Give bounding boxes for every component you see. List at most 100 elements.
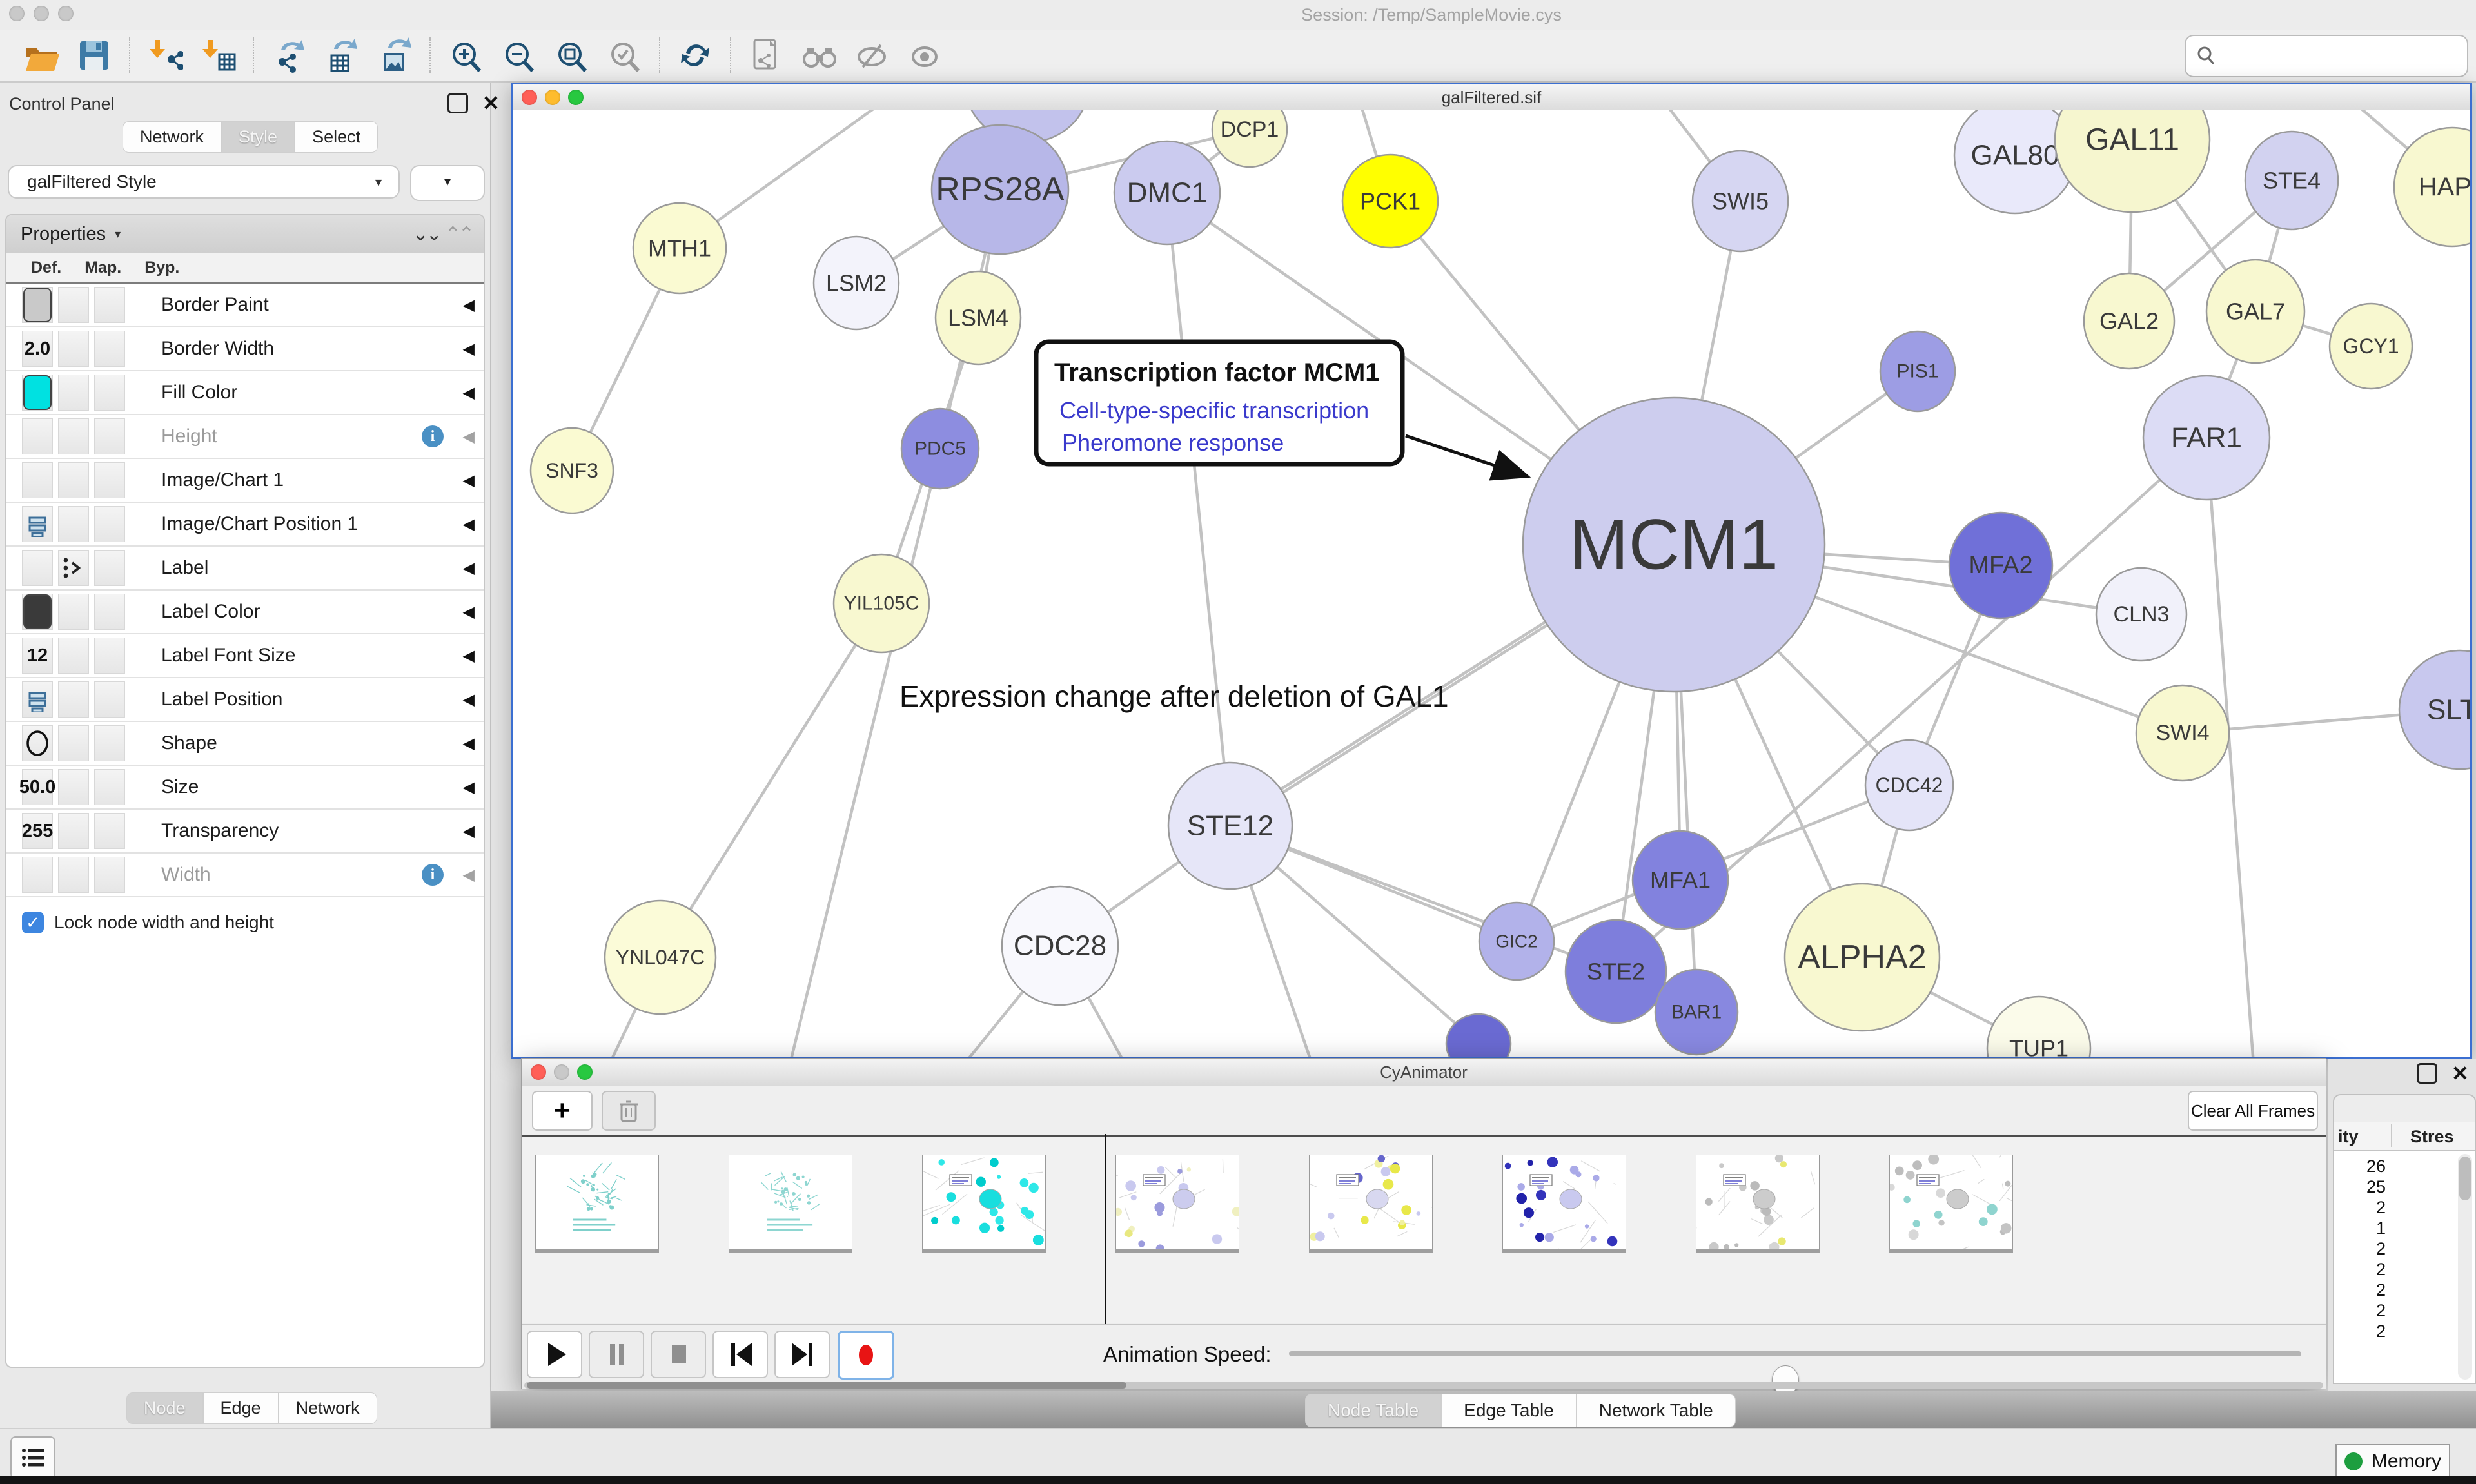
table-row[interactable]: 1 <box>2334 1218 2386 1238</box>
property-row-height[interactable]: Heighti◀ <box>6 415 484 459</box>
zoom-window-icon[interactable] <box>58 6 74 21</box>
bypass-cell[interactable] <box>94 287 125 323</box>
table-row[interactable]: 25 <box>2334 1177 2386 1197</box>
network-node-gal2[interactable]: GAL2 <box>2084 273 2174 369</box>
frame-thumbnail-1[interactable] <box>729 1155 852 1249</box>
clear-all-frames-button[interactable]: Clear All Frames <box>2188 1091 2318 1131</box>
tab-node[interactable]: Node <box>126 1392 203 1424</box>
property-row-label-color[interactable]: Label Color◀ <box>6 591 484 634</box>
default-value-cell[interactable] <box>22 725 53 761</box>
expand-row-icon[interactable]: ◀ <box>463 603 475 621</box>
column-header-stress[interactable]: Stres <box>2410 1127 2454 1147</box>
bypass-cell[interactable] <box>94 813 125 849</box>
expand-row-icon[interactable]: ◀ <box>463 515 475 534</box>
default-value-cell[interactable]: 12 <box>22 638 53 674</box>
expand-row-icon[interactable]: ◀ <box>463 778 475 797</box>
network-window-titlebar[interactable]: galFiltered.sif <box>513 84 2470 111</box>
network-node-snf3[interactable]: SNF3 <box>531 428 613 513</box>
expand-row-icon[interactable]: ◀ <box>463 822 475 841</box>
skip-start-button[interactable] <box>712 1331 768 1378</box>
task-history-button[interactable] <box>10 1436 55 1479</box>
network-node-ynl047c[interactable]: YNL047C <box>605 901 716 1014</box>
mapping-cell[interactable] <box>58 813 89 849</box>
expand-row-icon[interactable]: ◀ <box>463 647 475 665</box>
annotation-link[interactable]: Pheromone response <box>1062 429 1284 456</box>
tab-select[interactable]: Select <box>295 121 378 153</box>
binoculars-icon[interactable] <box>801 37 837 73</box>
table-row[interactable]: 26 <box>2334 1157 2386 1176</box>
node-table[interactable]: ity Stres 26252122222 <box>2334 1151 2475 1383</box>
frame-thumbnail-5[interactable] <box>1502 1155 1626 1249</box>
tab-network[interactable]: Network <box>279 1392 377 1424</box>
style-options-button[interactable]: ▾ <box>410 165 485 201</box>
show-detail-icon[interactable] <box>907 37 943 73</box>
network-node-ste2[interactable]: STE2 <box>1566 920 1666 1023</box>
expand-all-icon[interactable]: ⌄⌄ <box>412 223 439 246</box>
mapping-cell[interactable] <box>58 331 89 367</box>
network-node-swi4[interactable]: SWI4 <box>2136 685 2229 781</box>
network-node-mcm1[interactable]: MCM1 <box>1523 398 1825 692</box>
network-node-pck1[interactable]: PCK1 <box>1342 155 1438 248</box>
minimize-window-icon[interactable] <box>34 6 49 21</box>
property-row-size[interactable]: 50.0Size◀ <box>6 766 484 810</box>
network-node-tup1[interactable]: TUP1 <box>1987 997 2090 1057</box>
import-table-icon[interactable] <box>200 37 236 73</box>
properties-header[interactable]: Properties ▾ ⌄⌄ ⌃⌃ <box>6 215 484 253</box>
mapping-cell[interactable] <box>58 462 89 498</box>
close-panel-icon[interactable]: ✕ <box>482 95 500 112</box>
default-value-cell[interactable] <box>22 681 53 718</box>
property-row-label-position[interactable]: Label Position◀ <box>6 678 484 722</box>
expand-row-icon[interactable]: ◀ <box>463 340 475 358</box>
bypass-cell[interactable] <box>94 638 125 674</box>
property-row-fill-color[interactable]: Fill Color◀ <box>6 371 484 415</box>
cyanimator-timeline[interactable]: 0123456789Seconds <box>522 1137 2326 1323</box>
network-node-gic2[interactable]: GIC2 <box>1479 903 1554 980</box>
frame-thumbnail-6[interactable] <box>1696 1155 1820 1249</box>
tab-network[interactable]: Network <box>123 121 221 153</box>
timeline-scrollbar[interactable] <box>524 1382 2323 1389</box>
network-node-gal7[interactable]: GAL7 <box>2206 260 2304 363</box>
import-network-icon[interactable] <box>147 37 183 73</box>
float-panel-icon[interactable] <box>447 93 468 113</box>
network-node-yil105c[interactable]: YIL105C <box>834 554 929 652</box>
scrollbar-thumb[interactable] <box>2459 1157 2471 1200</box>
property-row-width[interactable]: Widthi◀ <box>6 854 484 897</box>
mapping-cell[interactable] <box>58 506 89 542</box>
mapping-cell[interactable] <box>58 375 89 411</box>
property-row-label-font-size[interactable]: 12Label Font Size◀ <box>6 634 484 678</box>
network-node-lsm4[interactable]: LSM4 <box>936 271 1021 364</box>
network-node-mth1[interactable]: MTH1 <box>633 203 726 293</box>
bypass-cell[interactable] <box>94 550 125 586</box>
style-dropdown[interactable]: galFiltered Style ▾ <box>8 165 400 199</box>
hide-detail-icon[interactable] <box>854 37 890 73</box>
bypass-cell[interactable] <box>94 331 125 367</box>
mapping-cell[interactable] <box>58 857 89 893</box>
refresh-layout-icon[interactable] <box>677 37 713 73</box>
expand-row-icon[interactable]: ◀ <box>463 690 475 709</box>
network-node-swi5[interactable]: SWI5 <box>1693 151 1788 251</box>
network-node-far1[interactable]: FAR1 <box>2143 376 2270 500</box>
expand-row-icon[interactable]: ◀ <box>463 471 475 490</box>
property-row-border-width[interactable]: 2.0Border Width◀ <box>6 327 484 371</box>
mapping-cell[interactable] <box>58 418 89 454</box>
column-header-connectivity[interactable]: ity <box>2338 1127 2359 1147</box>
default-value-cell[interactable] <box>22 462 53 498</box>
tab-node-table[interactable]: Node Table <box>1305 1394 1441 1427</box>
network-node-lsm2[interactable]: LSM2 <box>814 237 899 329</box>
search-input[interactable] <box>2225 46 2467 67</box>
memory-button[interactable]: Memory <box>2335 1444 2450 1479</box>
table-row[interactable]: 2 <box>2334 1301 2386 1321</box>
property-row-image-chart-position-1[interactable]: Image/Chart Position 1◀ <box>6 503 484 547</box>
frame-thumbnail-3[interactable] <box>1115 1155 1239 1249</box>
expand-row-icon[interactable]: ◀ <box>463 734 475 753</box>
network-node-rps28a[interactable]: RPS28A <box>932 125 1068 254</box>
property-row-border-paint[interactable]: Border Paint◀ <box>6 284 484 327</box>
mapping-cell[interactable] <box>58 681 89 718</box>
property-row-shape[interactable]: Shape◀ <box>6 722 484 766</box>
info-icon[interactable]: i <box>422 864 444 886</box>
stop-button[interactable] <box>651 1331 706 1378</box>
open-folder-icon[interactable] <box>23 37 59 73</box>
network-node-pdc5[interactable]: PDC5 <box>901 409 979 489</box>
network-edge[interactable] <box>1167 193 1230 826</box>
bypass-cell[interactable] <box>94 857 125 893</box>
